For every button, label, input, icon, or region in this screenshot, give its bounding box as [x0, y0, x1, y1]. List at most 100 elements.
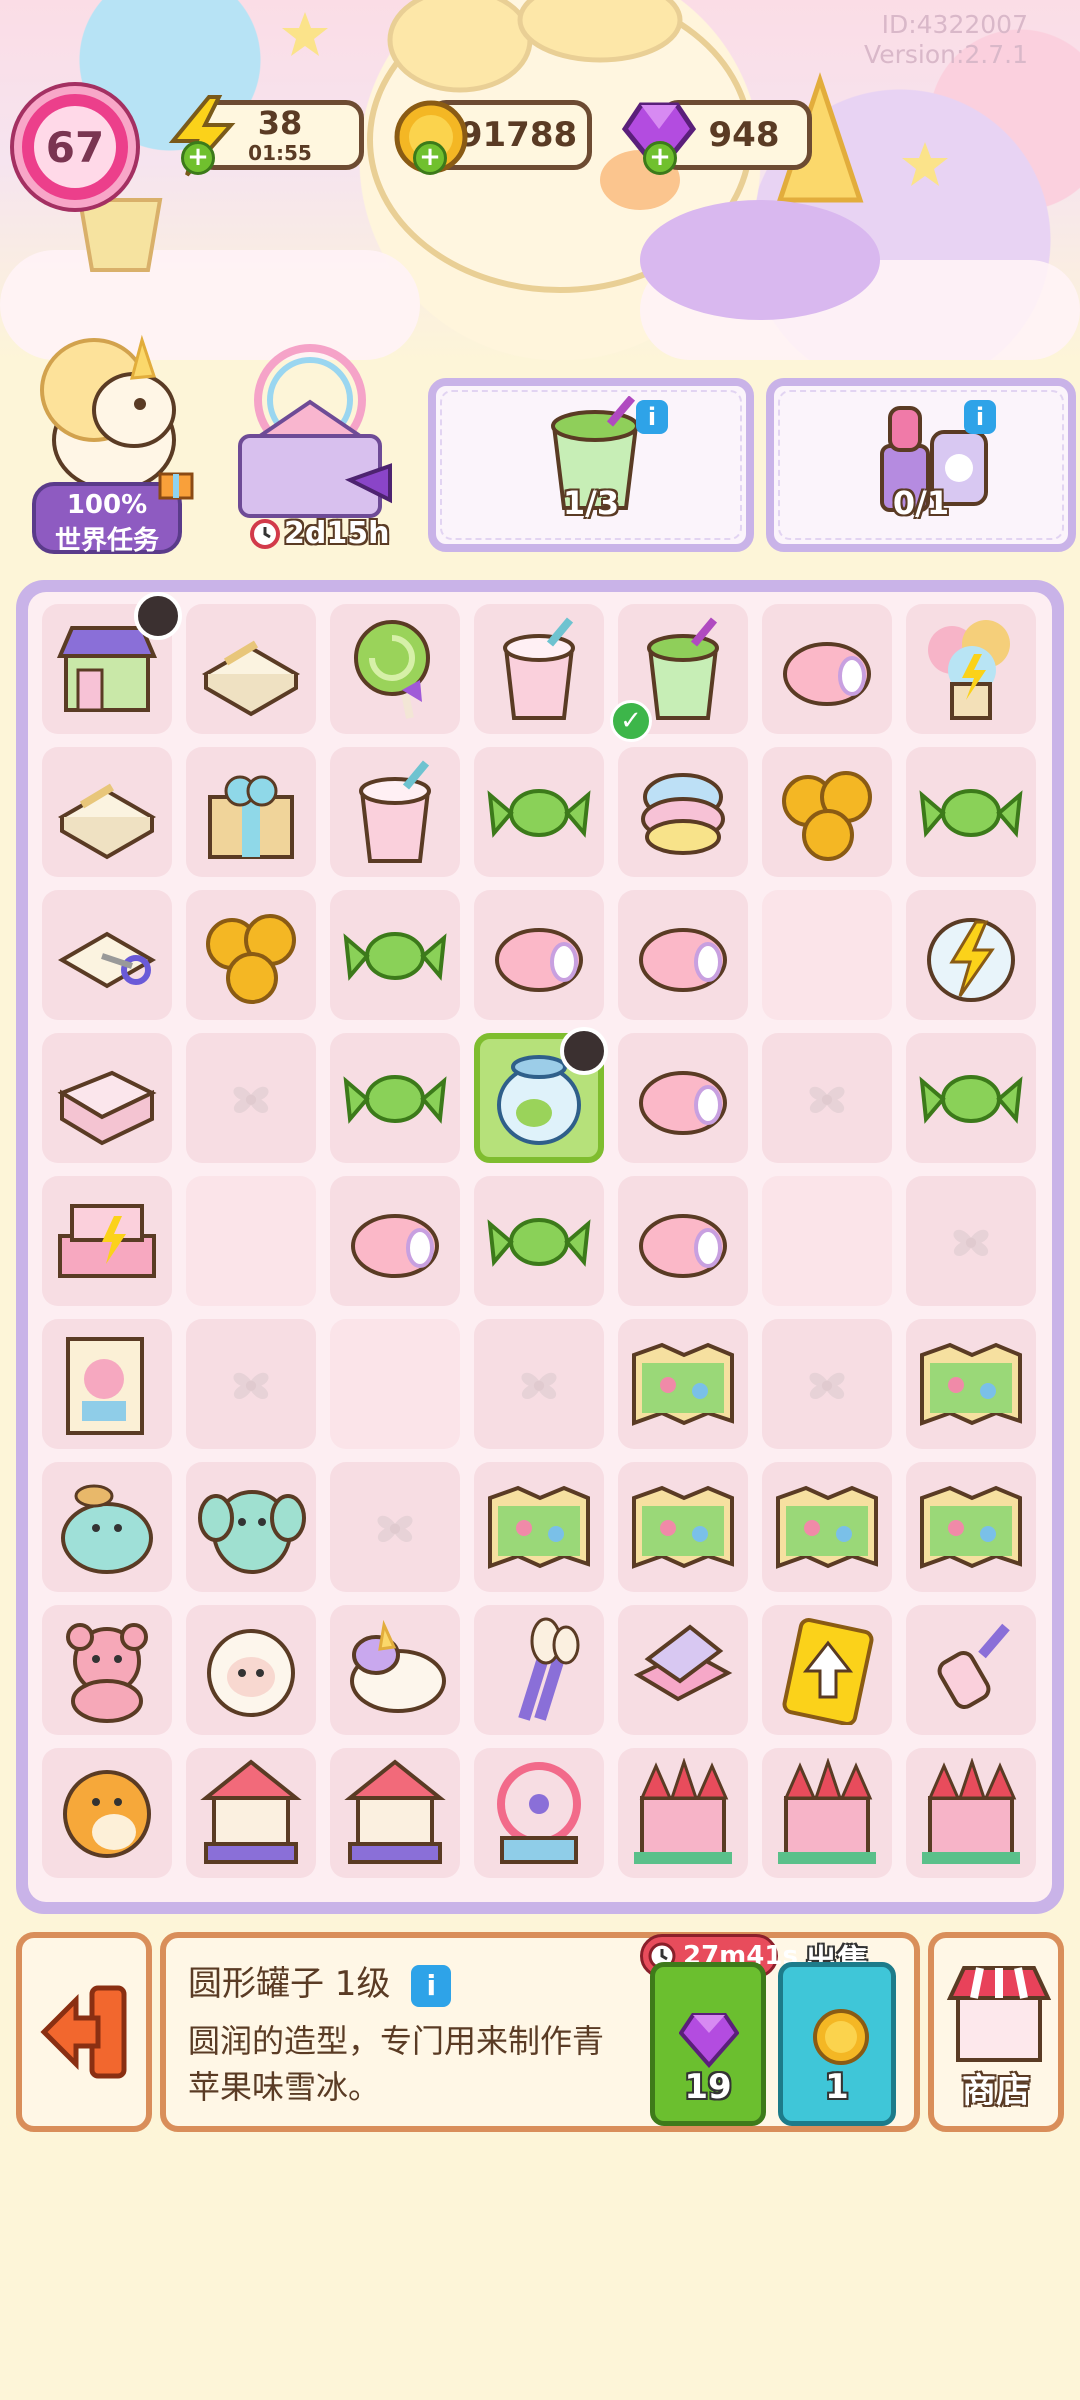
board-cell-empty — [330, 1319, 460, 1449]
board-cell-pink-bed[interactable] — [42, 1176, 172, 1306]
board-cell-storybook[interactable] — [42, 1319, 172, 1449]
board-cell-carousel[interactable] — [330, 1748, 460, 1878]
board-cell-pink-mochi[interactable] — [474, 890, 604, 1020]
board-cell-paper-scissors[interactable] — [42, 890, 172, 1020]
bow-lock-icon — [809, 1086, 845, 1114]
board-cell-hamster-plush[interactable] — [42, 1748, 172, 1878]
board-cell-round-jar[interactable] — [474, 1027, 608, 1163]
board-cell-pink-mochi[interactable] — [618, 890, 748, 1020]
energy-jar-icon — [927, 918, 1015, 1002]
order-card-makeup[interactable]: i 0/1 — [766, 378, 1076, 552]
board-cell-ferris-wheel[interactable] — [474, 1748, 604, 1878]
board-cell-elephant-plush[interactable] — [186, 1462, 316, 1592]
board-cell-green-candy[interactable] — [474, 1176, 604, 1306]
board-cell-pink-mochi[interactable] — [618, 1033, 748, 1163]
board-cell-makeup-brushes[interactable] — [474, 1605, 604, 1735]
board-cell-teal-seal-plush[interactable] — [42, 1462, 172, 1592]
strawberry-drink-icon — [359, 760, 431, 863]
gift-icon — [158, 472, 194, 500]
player-level-badge[interactable]: 67 — [14, 86, 136, 208]
info-icon[interactable]: i — [411, 1965, 452, 2007]
board-cell-castle[interactable] — [906, 1748, 1036, 1878]
board-cell-park-map[interactable] — [474, 1462, 604, 1592]
board-cell-green-candy[interactable] — [474, 747, 604, 877]
board-cell-shop-building[interactable] — [42, 592, 182, 734]
board-cell-park-map[interactable] — [906, 1319, 1036, 1449]
board-cell-compact-mirror[interactable] — [618, 1605, 748, 1735]
board-cell-green-candy[interactable] — [906, 1033, 1036, 1163]
sheep-plush-icon — [207, 1629, 295, 1717]
board-cell-green-candy[interactable] — [330, 1033, 460, 1163]
shop-button[interactable]: 商店 — [928, 1932, 1064, 2132]
board-cell-carousel[interactable] — [186, 1748, 316, 1878]
add-coins-button[interactable]: + — [413, 141, 447, 175]
selected-item-panel: 圆形罐子 1级 i 圆润的造型，专门用来制作青苹果味雪冰。 27m41s 19 … — [160, 1932, 920, 2132]
board-cell-sheep-plush[interactable] — [186, 1605, 316, 1735]
coin-icon — [813, 2009, 869, 2065]
board-cell-park-map[interactable] — [762, 1462, 892, 1592]
board-cell-pink-mochi[interactable] — [762, 604, 892, 734]
board-cell-park-map[interactable] — [618, 1462, 748, 1592]
board-cell-pink-drawer[interactable] — [42, 1033, 172, 1163]
board-cell-balloon-bundle[interactable] — [906, 604, 1036, 734]
exit-button[interactable] — [16, 1932, 152, 2132]
order-card-drink[interactable]: i 1/3 — [428, 378, 754, 552]
board-cell-green-apple-drink[interactable]: ✓ — [610, 604, 748, 742]
world-task-title: 世界任务 — [54, 526, 159, 556]
bow-lock-icon — [233, 1086, 269, 1114]
gem-counter[interactable]: + 948 — [621, 100, 812, 175]
carnival-event-button[interactable]: 2d15h — [220, 340, 400, 560]
order-makeup-count: 0/1 — [892, 484, 950, 522]
world-task-label[interactable]: 100% 世界任务 — [32, 472, 194, 556]
board-cell-castle[interactable] — [762, 1748, 892, 1878]
board-cell-locked — [906, 1176, 1036, 1306]
energy-timer: 01:55 — [248, 141, 312, 165]
board-cell-pink-mochi[interactable] — [618, 1176, 748, 1306]
coin-stack-icon — [206, 914, 296, 1004]
makeup-brushes-icon — [518, 1617, 580, 1721]
bow-lock-icon — [233, 1372, 269, 1400]
board-cell-green-candy[interactable] — [906, 747, 1036, 877]
park-map-icon — [776, 1485, 878, 1569]
bow-lock-icon — [953, 1229, 989, 1257]
board-cell-park-map[interactable] — [906, 1462, 1036, 1592]
board-cell-park-map[interactable] — [618, 1319, 748, 1449]
board-cell-locked — [186, 1319, 316, 1449]
board-cell-paper-pack[interactable] — [186, 604, 316, 734]
board-cell-coin-stack[interactable] — [762, 747, 892, 877]
castle-icon — [634, 1758, 732, 1864]
coin-value: 91788 — [458, 115, 578, 155]
board-cell-empty — [762, 890, 892, 1020]
board-cell-green-lollipop[interactable] — [330, 604, 460, 734]
board-cell-castle[interactable] — [618, 1748, 748, 1878]
board-cell-pink-mochi[interactable] — [330, 1176, 460, 1306]
info-icon[interactable]: i — [964, 400, 996, 434]
board-cell-green-candy[interactable] — [330, 890, 460, 1020]
info-icon[interactable]: i — [636, 400, 668, 434]
add-energy-button[interactable]: + — [181, 141, 215, 175]
compact-mirror-icon — [633, 1624, 733, 1702]
board-cell-strawberry-drink[interactable] — [474, 604, 604, 734]
board-cell-coin-stack[interactable] — [186, 890, 316, 1020]
board-cell-locked — [762, 1033, 892, 1163]
paper-scissors-icon — [58, 931, 156, 989]
add-gems-button[interactable]: + — [643, 141, 677, 175]
speedup-button[interactable]: 19 — [650, 1962, 766, 2126]
board-cell-strawberry-drink[interactable] — [330, 747, 460, 877]
green-candy-icon — [487, 1218, 591, 1267]
board-cell-rainbow-cotton-candy[interactable] — [618, 747, 748, 877]
board-cell-paper-pack[interactable] — [42, 747, 172, 877]
board-cell-bear-plush[interactable] — [42, 1605, 172, 1735]
board-cell-lint-roller[interactable] — [906, 1605, 1036, 1735]
energy-counter[interactable]: + 38 01:55 — [168, 95, 364, 177]
pink-mochi-icon — [639, 1214, 727, 1278]
gem-value: 948 — [708, 115, 780, 155]
board-grid: ✓ — [28, 592, 1052, 1902]
board-cell-energy-jar[interactable] — [906, 890, 1036, 1020]
board-cell-unicorn-plush[interactable] — [330, 1605, 460, 1735]
sell-button[interactable]: 1 — [778, 1962, 896, 2126]
green-candy-icon — [919, 789, 1023, 838]
coin-counter[interactable]: + 91788 — [394, 100, 592, 175]
board-cell-upgrade-card[interactable] — [762, 1605, 892, 1735]
board-cell-gift-box[interactable] — [186, 747, 316, 877]
